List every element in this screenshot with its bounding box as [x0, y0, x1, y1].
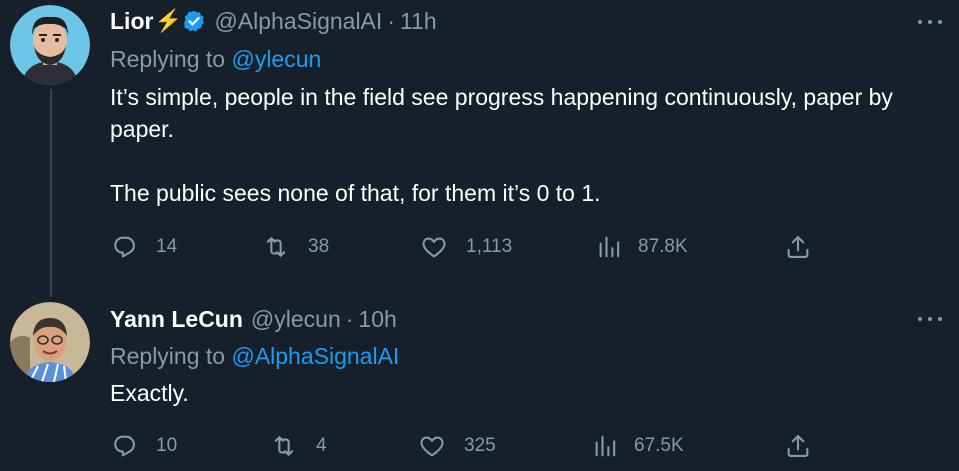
user-handle[interactable]: @AlphaSignalAI — [214, 8, 382, 35]
views-button[interactable]: 67.5K — [592, 432, 684, 460]
separator-dot: · — [345, 305, 354, 332]
tweet-actions: 14 38 1,113 87.8K — [110, 233, 810, 261]
retweet-count: 38 — [308, 236, 330, 257]
retweet-icon — [266, 237, 286, 257]
timestamp[interactable]: 11h — [400, 8, 437, 35]
views-icon — [599, 236, 620, 258]
display-name[interactable]: Yann LeCun — [110, 306, 243, 333]
retweet-icon — [274, 436, 294, 456]
like-button[interactable]: 325 — [418, 432, 496, 460]
replying-to-line: Replying to @ylecun — [110, 46, 321, 73]
retweet-button[interactable]: 38 — [262, 233, 329, 261]
avatar[interactable] — [10, 5, 90, 85]
views-count: 87.8K — [638, 236, 688, 257]
like-button[interactable]: 1,113 — [420, 233, 512, 261]
tweet-actions: 10 4 325 67.5K — [110, 432, 810, 460]
like-count: 1,113 — [466, 236, 513, 257]
timestamp[interactable]: 10h — [358, 306, 396, 333]
share-button[interactable] — [784, 432, 812, 460]
share-button[interactable] — [784, 233, 812, 261]
replying-to-line: Replying to @AlphaSignalAI — [110, 343, 399, 370]
display-name[interactable]: Lior — [110, 8, 153, 35]
reply-button[interactable]: 10 — [110, 432, 177, 460]
reply-count: 14 — [156, 236, 178, 257]
tweet-paragraph: The public sees none of that, for them i… — [110, 180, 601, 206]
like-count: 325 — [464, 435, 496, 456]
thread-connector-line — [50, 89, 52, 297]
lightning-emoji: ⚡ — [154, 8, 182, 33]
tweet-text: Exactly. — [110, 377, 940, 409]
retweet-button[interactable]: 4 — [270, 432, 327, 460]
tweet-paragraph: Exactly. — [110, 380, 189, 406]
separator-dot: · — [387, 7, 395, 34]
replying-to-label: Replying to — [110, 46, 226, 72]
like-icon — [420, 436, 444, 457]
views-button[interactable]: 87.8K — [596, 233, 688, 261]
reply-icon — [114, 236, 135, 258]
replying-to-mention[interactable]: @AlphaSignalAI — [231, 343, 399, 369]
tweet-paragraph: It’s simple, people in the field see pro… — [110, 84, 893, 142]
retweet-count: 4 — [316, 435, 327, 456]
more-options-icon[interactable] — [918, 309, 942, 329]
avatar[interactable] — [10, 302, 90, 382]
tweet-text: It’s simple, people in the field see pro… — [110, 81, 940, 209]
more-options-icon[interactable] — [918, 12, 942, 32]
verified-badge-icon — [182, 9, 206, 33]
views-icon — [595, 435, 616, 457]
share-icon — [787, 236, 809, 258]
reply-button[interactable]: 14 — [110, 233, 177, 261]
replying-to-mention[interactable]: @ylecun — [231, 46, 321, 72]
reply-icon — [114, 435, 135, 457]
reply-count: 10 — [156, 435, 178, 456]
views-count: 67.5K — [634, 435, 684, 456]
replying-to-label: Replying to — [110, 343, 226, 369]
user-handle[interactable]: @ylecun — [251, 306, 341, 333]
like-icon — [422, 237, 446, 258]
share-icon — [787, 435, 809, 457]
